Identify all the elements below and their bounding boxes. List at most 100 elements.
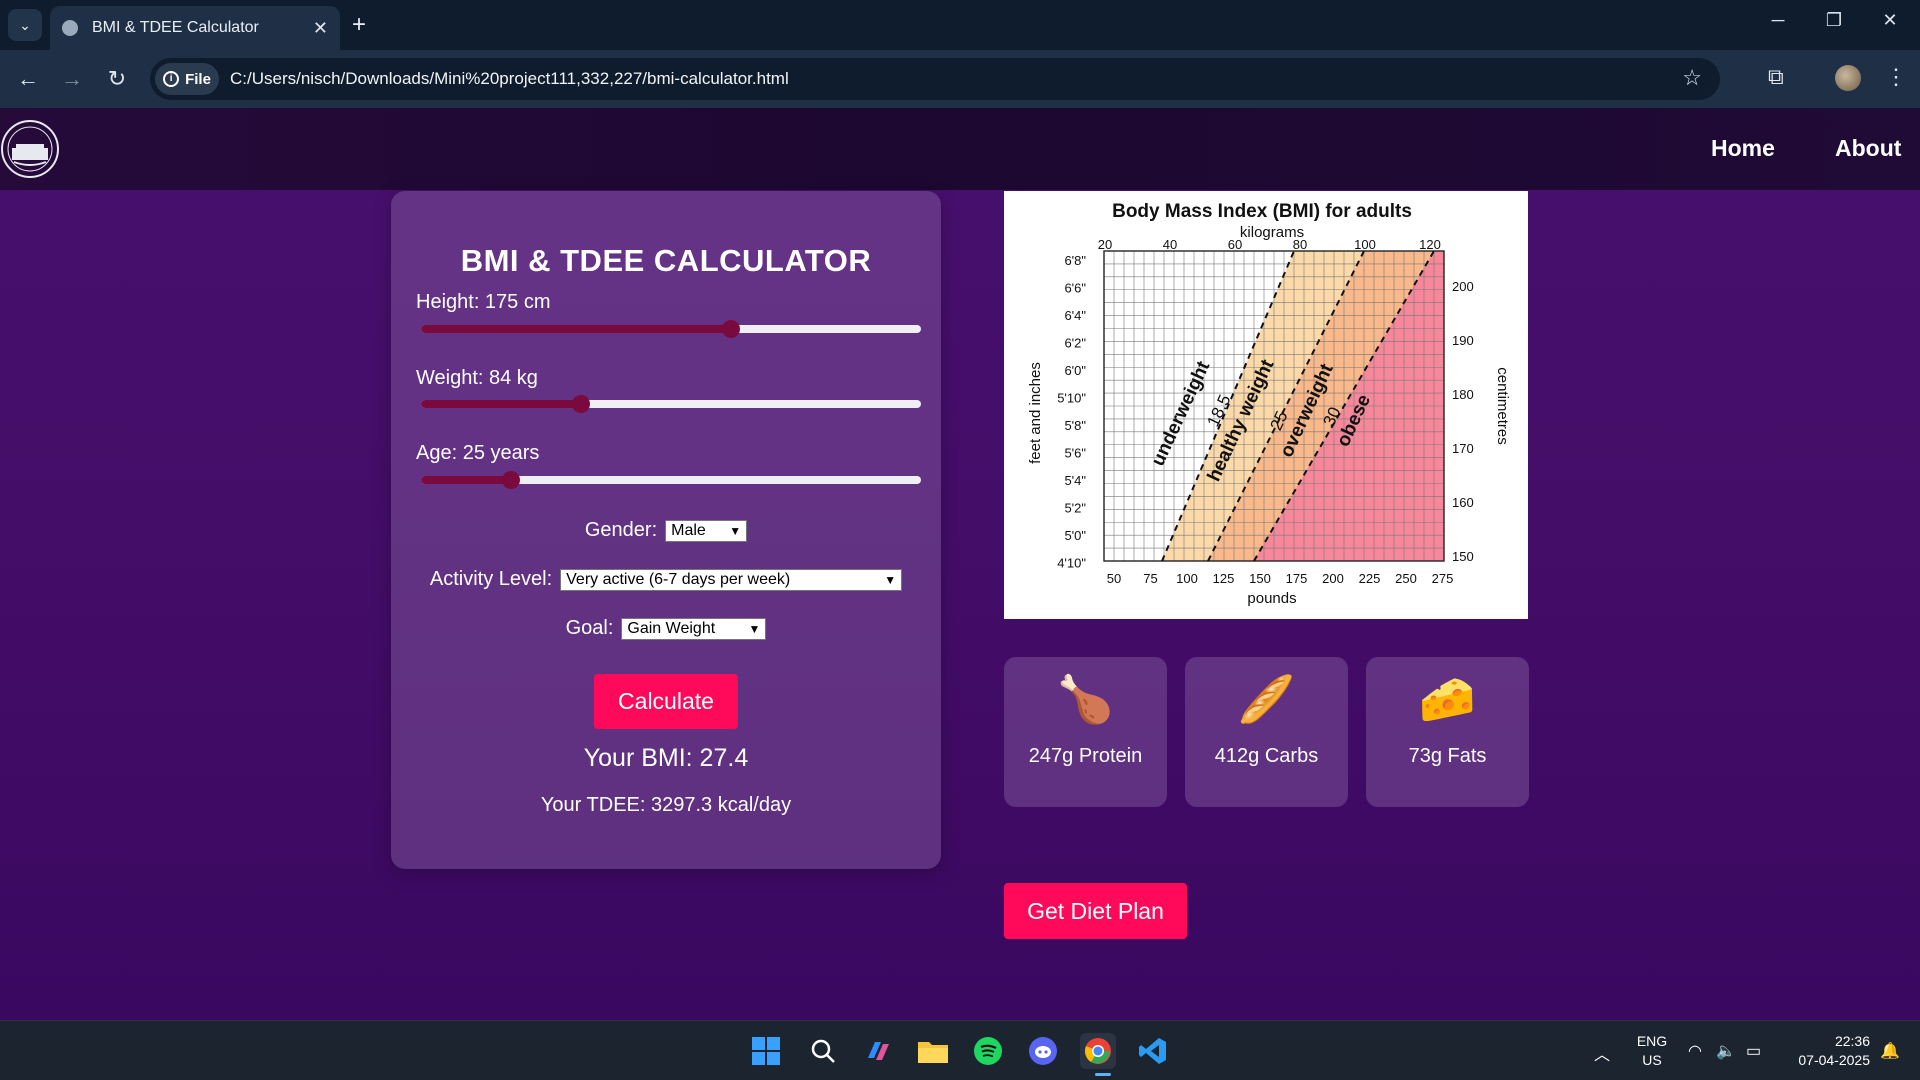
back-button[interactable]: ← (14, 65, 42, 93)
gender-select-value: Male (671, 521, 706, 539)
extensions-icon[interactable]: ⧉ (1768, 64, 1784, 90)
age-slider-thumb[interactable] (502, 471, 520, 489)
bmi-chart-image: Body Mass Index (BMI) for adults kilogra… (1004, 191, 1528, 619)
top-tick-label: 120 (1419, 237, 1441, 252)
reload-button[interactable]: ↻ (103, 65, 131, 93)
left-tick-label: 5'4" (1064, 473, 1086, 488)
top-tick-label: 100 (1354, 237, 1376, 252)
copilot-button[interactable] (860, 1033, 896, 1069)
chevron-down-icon: ▼ (884, 572, 897, 587)
battery-icon[interactable]: ▭ (1746, 1041, 1761, 1061)
discord-button[interactable] (1025, 1033, 1061, 1069)
goal-row: Goal: Gain Weight ▼ (391, 617, 941, 640)
bmi-result: Your BMI: 27.4 (583, 744, 749, 772)
bottom-tick-label: 150 (1249, 571, 1271, 586)
chevron-down-icon: ▼ (748, 621, 761, 636)
browser-tab-bar: ⌄ BMI & TDEE Calculator ✕ + ─ ❐ ✕ (0, 0, 1920, 50)
protein-label: 247g Protein (1028, 745, 1143, 767)
info-icon: i (163, 71, 180, 87)
left-tick-label: 6'2" (1064, 336, 1086, 351)
volume-icon[interactable]: 🔈 (1716, 1041, 1736, 1061)
right-tick-label: 150 (1452, 549, 1474, 564)
goal-select[interactable]: Gain Weight ▼ (621, 617, 767, 640)
left-axis-label: feet and inches (1027, 362, 1044, 464)
language-bottom[interactable]: US (1632, 1052, 1672, 1068)
chevron-down-icon: ▼ (729, 523, 742, 538)
calculate-button[interactable]: Calculate (594, 674, 738, 729)
right-tick-label: 180 (1452, 387, 1474, 402)
bottom-tick-label: 250 (1395, 571, 1417, 586)
chrome-button[interactable] (1080, 1033, 1116, 1069)
age-slider-fill (421, 476, 511, 484)
carbs-card: 🥖 412g Carbs (1185, 657, 1348, 807)
chart-title: Body Mass Index (BMI) for adults (1112, 201, 1412, 222)
start-button[interactable] (748, 1033, 784, 1069)
search-button[interactable] (805, 1033, 841, 1069)
bottom-tick-label: 50 (1107, 571, 1121, 586)
browser-tab[interactable]: BMI & TDEE Calculator ✕ (50, 6, 340, 50)
nav-home-link[interactable]: Home (1711, 135, 1775, 162)
nav-about-link[interactable]: About (1835, 135, 1901, 162)
wifi-icon[interactable]: ◠ (1688, 1041, 1702, 1061)
menu-kebab-icon[interactable]: ⋮ (1885, 64, 1907, 90)
chevron-down-icon: ⌄ (19, 16, 31, 33)
notification-bell-icon[interactable]: 🔔 (1880, 1041, 1900, 1061)
language-top[interactable]: ENG (1632, 1033, 1672, 1049)
restore-button[interactable]: ❐ (1814, 10, 1854, 31)
url-text[interactable]: C:/Users/nisch/Downloads/Mini%20project1… (230, 69, 789, 89)
right-axis-label: centimetres (1494, 367, 1511, 445)
chrome-icon (1084, 1038, 1111, 1064)
left-tick-label: 6'8" (1064, 253, 1086, 268)
bottom-axis-label: pounds (1247, 590, 1296, 607)
bottom-tick-label: 200 (1322, 571, 1344, 586)
left-tick-label: 5'6" (1064, 446, 1086, 461)
height-slider[interactable] (421, 320, 921, 338)
gender-select[interactable]: Male ▼ (665, 519, 748, 542)
activity-select-value: Very active (6-7 days per week) (566, 570, 791, 588)
height-slider-thumb[interactable] (722, 320, 740, 338)
tab-close-icon[interactable]: ✕ (313, 18, 328, 39)
activity-select[interactable]: Very active (6-7 days per week) ▼ (560, 568, 903, 591)
file-chip-label: File (185, 70, 211, 88)
discord-icon (1029, 1037, 1057, 1065)
site-info-chip[interactable]: i File (155, 63, 219, 95)
tab-search-button[interactable]: ⌄ (8, 9, 42, 41)
bottom-tick-label: 175 (1286, 571, 1308, 586)
age-slider[interactable] (421, 471, 921, 489)
clock-date[interactable]: 07-04-2025 (1780, 1052, 1870, 1068)
height-slider-fill (421, 325, 731, 333)
spotify-button[interactable] (970, 1033, 1006, 1069)
bottom-tick-label: 75 (1143, 571, 1157, 586)
close-window-button[interactable]: ✕ (1870, 10, 1910, 31)
weight-slider[interactable] (421, 395, 921, 413)
bmi-chart-svg: Body Mass Index (BMI) for adults kilogra… (1027, 201, 1511, 607)
clock-time[interactable]: 22:36 (1780, 1033, 1870, 1049)
tdee-result: Your TDEE: 3297.3 kcal/day (540, 794, 792, 816)
bottom-tick-label: 100 (1176, 571, 1198, 586)
minimize-button[interactable]: ─ (1758, 10, 1798, 31)
right-tick-label: 160 (1452, 495, 1474, 510)
site-navbar: Home About (0, 108, 1920, 190)
get-diet-plan-button[interactable]: Get Diet Plan (1004, 883, 1187, 939)
top-tick-label: 20 (1098, 237, 1112, 252)
profile-avatar[interactable] (1835, 65, 1861, 91)
bookmark-star-icon[interactable]: ☆ (1682, 65, 1702, 91)
activity-row: Activity Level: Very active (6-7 days pe… (391, 568, 941, 591)
forward-button[interactable]: → (58, 65, 86, 93)
fats-card: 🧀 73g Fats (1366, 657, 1529, 807)
left-tick-label: 5'10" (1057, 391, 1086, 406)
address-bar[interactable]: i File C:/Users/nisch/Downloads/Mini%20p… (150, 58, 1720, 100)
left-tick-label: 5'0" (1064, 528, 1086, 543)
globe-icon (62, 20, 78, 36)
vscode-button[interactable] (1135, 1033, 1171, 1069)
bottom-tick-label: 225 (1359, 571, 1381, 586)
file-explorer-button[interactable] (915, 1033, 951, 1069)
search-icon (811, 1039, 835, 1063)
vscode-icon (1139, 1038, 1166, 1064)
page-body: Home About BMI & TDEE CALCULATOR Height:… (0, 108, 1920, 1020)
weight-slider-thumb[interactable] (572, 395, 590, 413)
new-tab-button[interactable]: + (352, 11, 366, 39)
chevron-up-icon[interactable]: ︿ (1594, 1041, 1610, 1065)
spotify-icon (974, 1037, 1002, 1065)
goal-label: Goal: (565, 617, 614, 639)
